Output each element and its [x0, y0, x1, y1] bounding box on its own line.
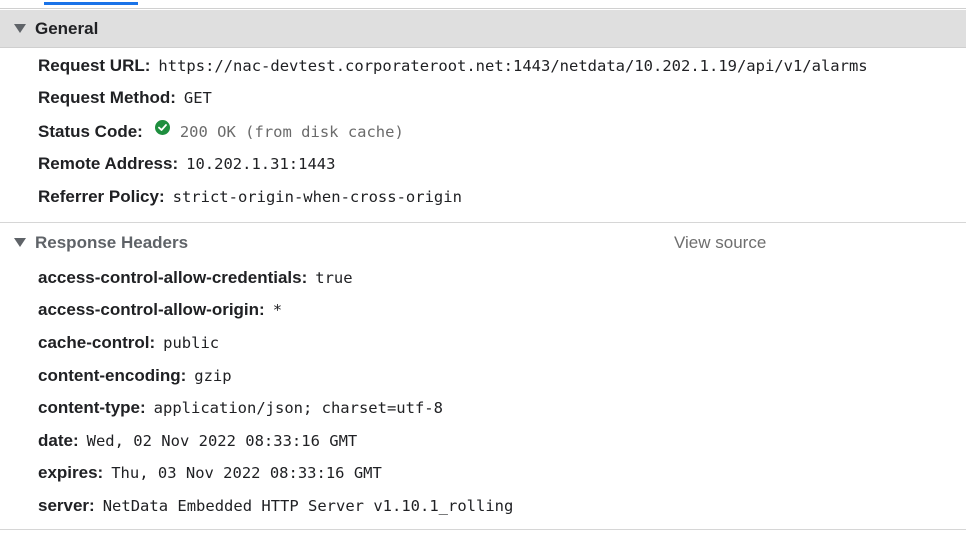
header-value[interactable]: application/json; charset=utf-8	[154, 399, 443, 417]
header-value[interactable]: https://nac-devtest.corporateroot.net:14…	[158, 57, 867, 75]
header-name: content-encoding:	[38, 366, 187, 385]
header-name: expires:	[38, 463, 104, 482]
general-row-remote-address: Remote Address: 10.202.1.31:1443	[38, 152, 335, 176]
header-value[interactable]: *	[273, 301, 282, 319]
header-value[interactable]: Thu, 03 Nov 2022 08:33:16 GMT	[111, 464, 382, 482]
response-header-row: cache-control: public	[38, 331, 219, 355]
general-row-request-url: Request URL: https://nac-devtest.corpora…	[38, 54, 868, 78]
header-value[interactable]: 10.202.1.31:1443	[186, 155, 335, 173]
section-divider	[0, 529, 966, 530]
check-mark-icon	[157, 123, 167, 131]
header-name: Remote Address:	[38, 154, 179, 173]
general-row-status-code: Status Code: 200 OK (from disk cache)	[38, 119, 404, 144]
response-header-row: content-type: application/json; charset=…	[38, 396, 443, 420]
general-row-request-method: Request Method: GET	[38, 86, 212, 110]
header-name: date:	[38, 431, 79, 450]
response-headers-title: Response Headers	[35, 232, 189, 252]
header-name: server:	[38, 496, 95, 515]
header-value[interactable]: strict-origin-when-cross-origin	[173, 188, 462, 206]
header-name: access-control-allow-credentials:	[38, 268, 308, 287]
general-row-referrer-policy: Referrer Policy: strict-origin-when-cros…	[38, 185, 462, 209]
active-tab-indicator	[44, 2, 138, 5]
response-header-row: date: Wed, 02 Nov 2022 08:33:16 GMT	[38, 429, 357, 453]
panel-tab-strip	[0, 0, 966, 9]
header-value[interactable]: NetData Embedded HTTP Server v1.10.1_rol…	[103, 497, 514, 515]
response-header-row: access-control-allow-credentials: true	[38, 266, 353, 290]
header-name: Referrer Policy:	[38, 187, 165, 206]
check-circle-icon	[154, 119, 170, 135]
header-name: Request Method:	[38, 88, 176, 107]
header-value[interactable]: public	[163, 334, 219, 352]
response-header-row: server: NetData Embedded HTTP Server v1.…	[38, 494, 513, 518]
header-name: access-control-allow-origin:	[38, 300, 265, 319]
response-headers-section-header[interactable]: Response Headers View source	[0, 222, 966, 262]
header-value[interactable]: Wed, 02 Nov 2022 08:33:16 GMT	[87, 432, 358, 450]
header-name: content-type:	[38, 398, 146, 417]
general-section-header[interactable]: General	[0, 10, 966, 48]
header-name: Status Code:	[38, 122, 143, 141]
header-value[interactable]: true	[315, 269, 352, 287]
general-section-title: General	[35, 18, 99, 38]
response-header-row: content-encoding: gzip	[38, 364, 232, 388]
view-source-link[interactable]: View source	[674, 233, 766, 253]
response-header-row: expires: Thu, 03 Nov 2022 08:33:16 GMT	[38, 461, 382, 485]
triangle-down-icon[interactable]	[14, 24, 26, 33]
header-value[interactable]: 200 OK (from disk cache)	[180, 123, 404, 141]
header-name: cache-control:	[38, 333, 156, 352]
header-value[interactable]: GET	[184, 89, 212, 107]
header-value[interactable]: gzip	[194, 367, 231, 385]
header-name: Request URL:	[38, 56, 151, 75]
response-header-row: access-control-allow-origin: *	[38, 298, 282, 322]
triangle-down-icon[interactable]	[14, 238, 26, 247]
